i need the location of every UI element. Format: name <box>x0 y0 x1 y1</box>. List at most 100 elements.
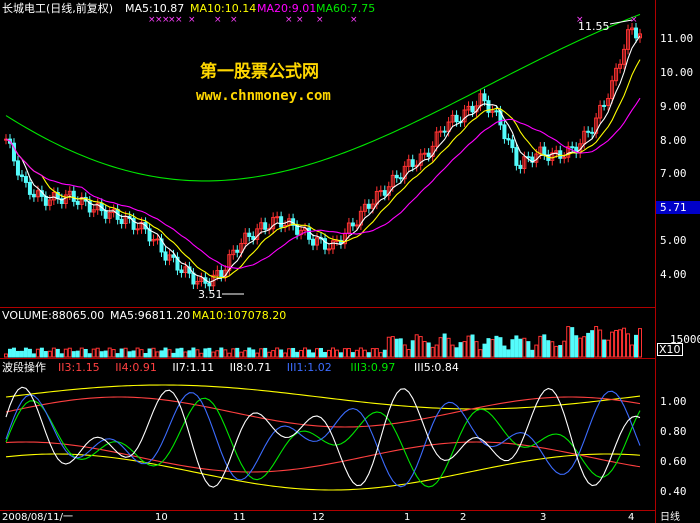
indicator-axis-tick: 1.00 <box>660 395 687 408</box>
volume-unit-badge: X10 <box>657 343 683 356</box>
volume-bar <box>299 349 304 358</box>
candle-body <box>247 232 252 237</box>
indicator-green-line <box>5 397 641 488</box>
indicator-legend-item: II4:0.91 <box>115 361 157 374</box>
volume-bar <box>526 341 531 358</box>
watermark-title: 第一股票公式网 <box>200 62 319 82</box>
volume-bar <box>474 341 479 358</box>
candle-body <box>442 130 447 133</box>
volume-bar <box>614 329 619 358</box>
price-axis-tick: 9.00 <box>660 100 687 113</box>
volume-bar <box>239 351 244 358</box>
volume-bar <box>454 347 459 358</box>
candle-body <box>354 224 359 227</box>
volume-bar <box>307 349 312 358</box>
candle-body <box>398 177 403 180</box>
volume-bar <box>578 337 583 358</box>
candle-body <box>43 195 48 206</box>
candle-body <box>602 104 607 107</box>
volume-bar <box>410 340 415 358</box>
ma10-legend: MA10:10.14 <box>190 2 257 15</box>
volume-bar <box>582 336 587 358</box>
volume-bar <box>47 350 52 358</box>
volume-bar <box>83 348 88 358</box>
volume-bar <box>227 352 232 358</box>
volume-bar <box>291 347 296 358</box>
volume-bar <box>482 343 487 358</box>
volume-bar <box>35 348 40 358</box>
volume-bar <box>494 335 499 358</box>
candle-body <box>135 228 140 231</box>
volume-bar <box>322 351 327 358</box>
volume-bar <box>151 347 156 358</box>
candle-body <box>426 152 431 157</box>
volume-bar <box>123 347 128 358</box>
candle-body <box>494 110 499 113</box>
candle-body <box>438 130 443 133</box>
candle-body <box>163 251 168 261</box>
band-mid-upper-line <box>5 396 641 428</box>
indicator-legend-item: II7:1.11 <box>172 361 215 374</box>
candle-body <box>366 203 371 209</box>
volume-bar <box>311 352 316 358</box>
volume-legend: VOLUME:88065.00 <box>2 309 105 322</box>
volume-bar <box>263 347 268 358</box>
volume-bar <box>27 348 32 358</box>
indicator-axis-tick: 0.80 <box>660 425 687 438</box>
volume-bar <box>610 331 615 358</box>
signal-marker: × <box>214 15 222 25</box>
volume-bar <box>386 336 391 358</box>
volume-bar <box>518 338 523 358</box>
indicator-name: 波段操作 <box>2 361 46 374</box>
candle-body <box>590 131 595 134</box>
signal-marker: × <box>230 15 238 25</box>
volume-bar <box>554 345 559 358</box>
volume-bar <box>67 347 72 358</box>
candle-body <box>179 269 184 274</box>
volume-bar <box>71 351 76 358</box>
signal-marker: × <box>285 15 293 25</box>
candle-body <box>155 238 160 241</box>
indicator-blue-line <box>5 390 641 488</box>
volume-bar <box>354 349 359 358</box>
volume-bar <box>91 348 96 358</box>
candle-body <box>279 216 284 228</box>
volume-bar <box>342 348 347 358</box>
volume-bar <box>618 329 623 358</box>
volume-bar <box>398 338 403 358</box>
volume-bar <box>326 349 331 358</box>
volume-bar <box>446 337 451 358</box>
volume-bar <box>55 348 60 358</box>
volume-bar <box>490 339 495 358</box>
indicator-legend-item: III5:0.84 <box>414 361 459 374</box>
candle-body <box>275 216 280 219</box>
signal-marker: × <box>188 15 196 25</box>
high-arrow <box>609 19 633 25</box>
indicator-legend-item: II8:0.71 <box>229 361 272 374</box>
volume-bar <box>287 348 292 358</box>
time-axis-divider <box>0 510 655 511</box>
volume-bar <box>235 347 240 358</box>
volume-bar <box>486 338 491 358</box>
chart-canvas[interactable]: × × ×× × × × × × × × × × × <box>0 0 700 523</box>
candle-body <box>482 93 487 102</box>
volume-bar <box>147 348 152 358</box>
volume-bar <box>163 347 168 358</box>
candle-body <box>19 174 24 178</box>
time-axis-start: 2008/08/11/一 <box>2 512 74 523</box>
candle-body <box>382 190 387 196</box>
volume-bar <box>223 349 228 358</box>
indicator-axis-tick: 0.60 <box>660 455 687 468</box>
volume-bar <box>231 348 236 358</box>
volume-bar <box>87 353 92 358</box>
volume-bar <box>334 349 339 358</box>
price-axis-tick: 4.00 <box>660 268 687 281</box>
indicator-axis-tick: 0.40 <box>660 485 687 498</box>
time-axis-tick: 4 <box>628 512 635 523</box>
volume-bar <box>31 353 36 358</box>
volume-bar <box>602 339 607 358</box>
volume-bar <box>19 350 24 358</box>
volume-bar <box>590 330 595 358</box>
volume-bar <box>303 347 308 358</box>
volume-bar <box>430 346 435 358</box>
